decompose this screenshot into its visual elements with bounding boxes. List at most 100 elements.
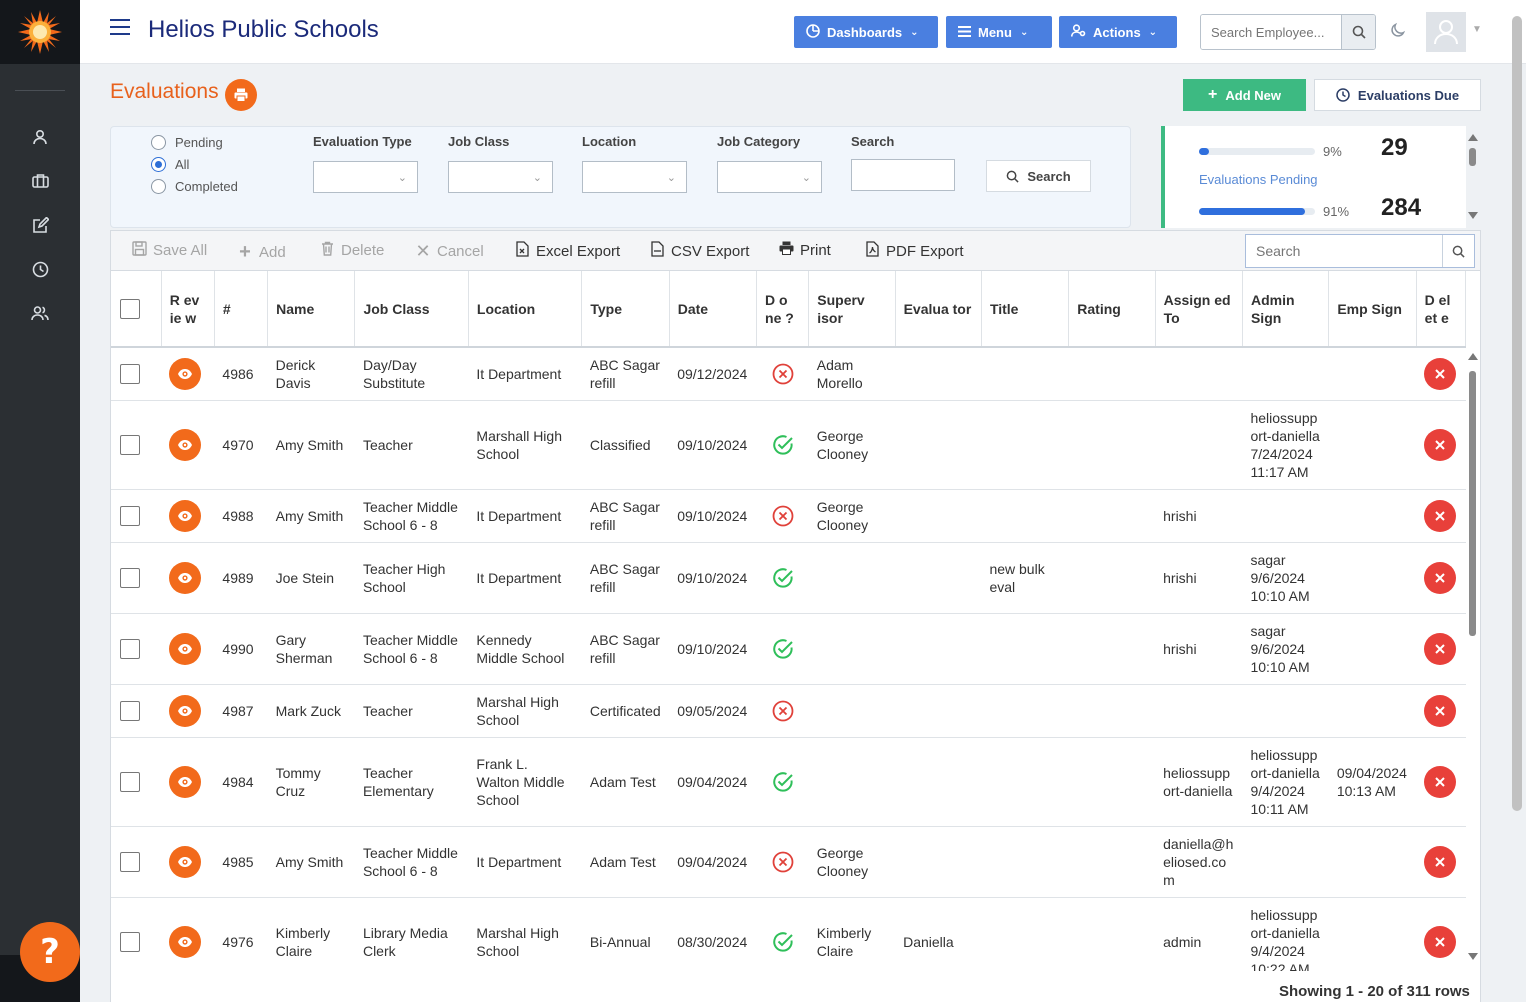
grid-search-button[interactable] — [1442, 235, 1474, 267]
select-all-checkbox[interactable] — [120, 298, 140, 319]
row-checkbox[interactable] — [120, 851, 140, 872]
print-page-button[interactable] — [225, 79, 257, 111]
review-button[interactable] — [169, 499, 202, 532]
print-button[interactable]: Print — [778, 241, 831, 259]
filter-search-input[interactable] — [851, 159, 955, 191]
review-button[interactable] — [169, 765, 202, 798]
hamburger-menu-icon[interactable] — [110, 19, 130, 40]
delete-row-button[interactable] — [1424, 765, 1457, 798]
column-header-rating[interactable]: Rating — [1068, 271, 1156, 348]
evaluations-due-button[interactable]: Evaluations Due — [1314, 79, 1481, 111]
grid-scrollbar[interactable] — [1466, 349, 1480, 961]
save-all-button[interactable]: Save All — [131, 241, 207, 260]
sidebar-item-jobs[interactable] — [0, 159, 80, 203]
row-checkbox[interactable] — [120, 567, 140, 588]
row-checkbox[interactable] — [120, 505, 140, 526]
delete-row-button[interactable] — [1424, 561, 1457, 594]
scroll-thumb[interactable] — [1469, 371, 1476, 636]
column-header-review[interactable]: R ev ie w — [161, 271, 215, 348]
table-row[interactable]: 4990 Gary Sherman Teacher Middle School 6 … — [111, 613, 1466, 685]
row-checkbox[interactable] — [120, 700, 140, 721]
scroll-up-icon[interactable] — [1468, 134, 1478, 141]
add-button[interactable]: + Add — [237, 241, 286, 264]
pdf-export-button[interactable]: PDF Export — [864, 241, 964, 261]
delete-button[interactable]: Delete — [319, 241, 384, 260]
stats-scrollbar[interactable] — [1466, 126, 1480, 226]
dashboards-button[interactable]: Dashboards ⌄ — [794, 16, 938, 48]
review-button[interactable] — [169, 925, 202, 958]
scroll-up-icon[interactable] — [1468, 353, 1478, 360]
radio-button[interactable] — [151, 157, 166, 172]
help-button[interactable]: ? — [20, 922, 80, 982]
row-checkbox[interactable] — [120, 434, 140, 455]
page-scrollbar[interactable] — [1512, 16, 1522, 811]
employee-search-button[interactable] — [1341, 15, 1375, 49]
column-header-location[interactable]: Location — [468, 271, 583, 348]
chevron-down-icon[interactable]: ▼ — [1472, 24, 1482, 35]
table-row[interactable]: 4987 Mark Zuck Teacher Marshal High School C… — [111, 684, 1466, 738]
row-checkbox[interactable] — [120, 363, 140, 384]
delete-row-button[interactable] — [1424, 499, 1457, 532]
column-header-date[interactable]: Date — [669, 271, 758, 348]
location-select[interactable]: ⌄ — [582, 161, 687, 193]
radio-button[interactable] — [151, 135, 166, 150]
review-button[interactable] — [169, 357, 202, 390]
delete-row-button[interactable] — [1424, 925, 1457, 958]
radio-completed[interactable]: Completed — [151, 179, 238, 194]
delete-row-button[interactable] — [1424, 845, 1457, 878]
column-header-admin-sign[interactable]: Admin Sign — [1242, 271, 1330, 348]
grid-search-input[interactable] — [1246, 235, 1442, 267]
column-header-done[interactable]: D o ne ? — [756, 271, 810, 348]
avatar[interactable] — [1426, 12, 1466, 52]
column-header-evaluator[interactable]: Evalua tor — [895, 271, 982, 348]
delete-row-button[interactable] — [1424, 632, 1457, 665]
filter-search-button[interactable]: Search — [986, 160, 1091, 192]
column-header-emp-sign[interactable]: Emp Sign — [1328, 271, 1417, 348]
employee-search-input[interactable] — [1201, 15, 1341, 49]
column-header-type[interactable]: Type — [581, 271, 670, 348]
column-header-name[interactable]: Name — [267, 271, 356, 348]
review-button[interactable] — [169, 694, 202, 727]
table-row[interactable]: 4984 Tommy Cruz Teacher Elementary Frank L.… — [111, 737, 1466, 827]
radio-pending[interactable]: Pending — [151, 135, 223, 150]
evaluation-type-select[interactable]: ⌄ — [313, 161, 418, 193]
row-checkbox[interactable] — [120, 771, 140, 792]
cancel-button[interactable]: ✕ Cancel — [415, 241, 483, 262]
column-header-title[interactable]: Title — [981, 271, 1070, 348]
scroll-down-icon[interactable] — [1468, 953, 1478, 960]
table-row[interactable]: 4970 Amy Smith Teacher Marshall High School… — [111, 400, 1466, 490]
radio-all[interactable]: All — [151, 157, 189, 172]
add-new-button[interactable]: + Add New — [1183, 79, 1306, 111]
job-class-select[interactable]: ⌄ — [448, 161, 553, 193]
sidebar-item-users[interactable] — [0, 291, 80, 335]
table-row[interactable]: 4985 Amy Smith Teacher Middle School 6 - 8… — [111, 826, 1466, 898]
review-button[interactable] — [169, 632, 202, 665]
table-row[interactable]: 4989 Joe Stein Teacher High School It Depar… — [111, 542, 1466, 614]
scroll-down-icon[interactable] — [1468, 212, 1478, 219]
column-header-number[interactable]: # — [214, 271, 269, 348]
csv-export-button[interactable]: CSV Export — [649, 241, 749, 261]
table-row[interactable]: 4988 Amy Smith Teacher Middle School 6 - 8… — [111, 489, 1466, 543]
column-header-supervisor[interactable]: Superv isor — [808, 271, 896, 348]
review-button[interactable] — [169, 845, 202, 878]
dark-mode-toggle[interactable] — [1390, 22, 1406, 41]
sidebar-item-history[interactable] — [0, 247, 80, 291]
column-header-job-class[interactable]: Job Class — [354, 271, 469, 348]
column-header-assigned-to[interactable]: Assign ed To — [1155, 271, 1243, 348]
delete-row-button[interactable] — [1424, 428, 1457, 461]
job-category-select[interactable]: ⌄ — [717, 161, 822, 193]
radio-button[interactable] — [151, 179, 166, 194]
sidebar-item-profile[interactable] — [0, 115, 80, 159]
menu-button[interactable]: Menu ⌄ — [946, 16, 1052, 48]
row-checkbox[interactable] — [120, 931, 140, 952]
review-button[interactable] — [169, 561, 202, 594]
delete-row-button[interactable] — [1424, 357, 1457, 390]
review-button[interactable] — [169, 428, 202, 461]
row-checkbox[interactable] — [120, 638, 140, 659]
sidebar-item-evaluations[interactable] — [0, 203, 80, 247]
logo[interactable] — [0, 0, 80, 64]
excel-export-button[interactable]: Excel Export — [514, 241, 620, 261]
delete-row-button[interactable] — [1424, 694, 1457, 727]
table-row[interactable]: 4986 Derick Davis Day/Day Substitute It Dep… — [111, 347, 1466, 401]
actions-button[interactable]: Actions ⌄ — [1059, 16, 1177, 48]
